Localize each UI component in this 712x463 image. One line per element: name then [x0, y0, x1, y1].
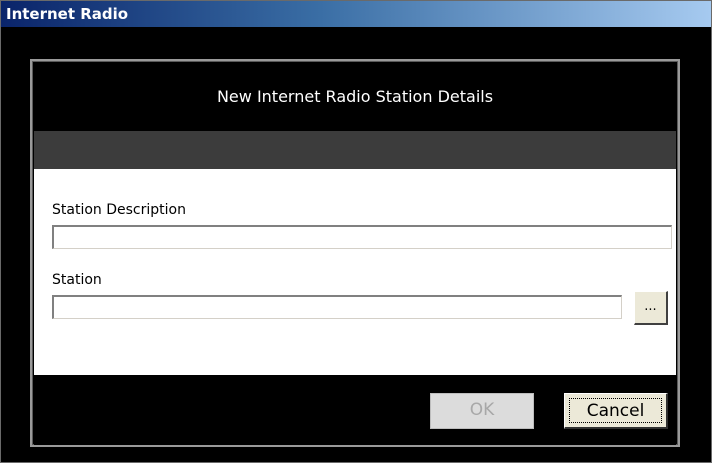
station-label: Station — [52, 272, 102, 288]
station-details-dialog: New Internet Radio Station Details Stati… — [30, 59, 680, 447]
dialog-client-area: New Internet Radio Station Details Stati… — [1, 27, 711, 462]
form-body: Station Description Station ... — [34, 169, 676, 375]
dialog-header: New Internet Radio Station Details — [34, 63, 676, 131]
browse-button[interactable]: ... — [634, 291, 668, 325]
dialog-header-title: New Internet Radio Station Details — [216, 87, 494, 106]
internet-radio-window: Internet Radio New Internet Radio Statio… — [0, 0, 712, 463]
cancel-button-label: Cancel — [569, 398, 662, 423]
title-bar[interactable]: Internet Radio — [1, 1, 711, 27]
cancel-button[interactable]: Cancel — [564, 393, 668, 429]
ellipsis-icon: ... — [644, 299, 657, 314]
station-input[interactable] — [52, 295, 622, 319]
station-description-label: Station Description — [52, 202, 186, 218]
header-divider-bar — [34, 131, 676, 169]
station-description-input[interactable] — [52, 225, 672, 249]
dialog-footer: OK Cancel — [34, 375, 676, 445]
window-title: Internet Radio — [6, 5, 129, 23]
ok-button[interactable]: OK — [430, 393, 534, 429]
